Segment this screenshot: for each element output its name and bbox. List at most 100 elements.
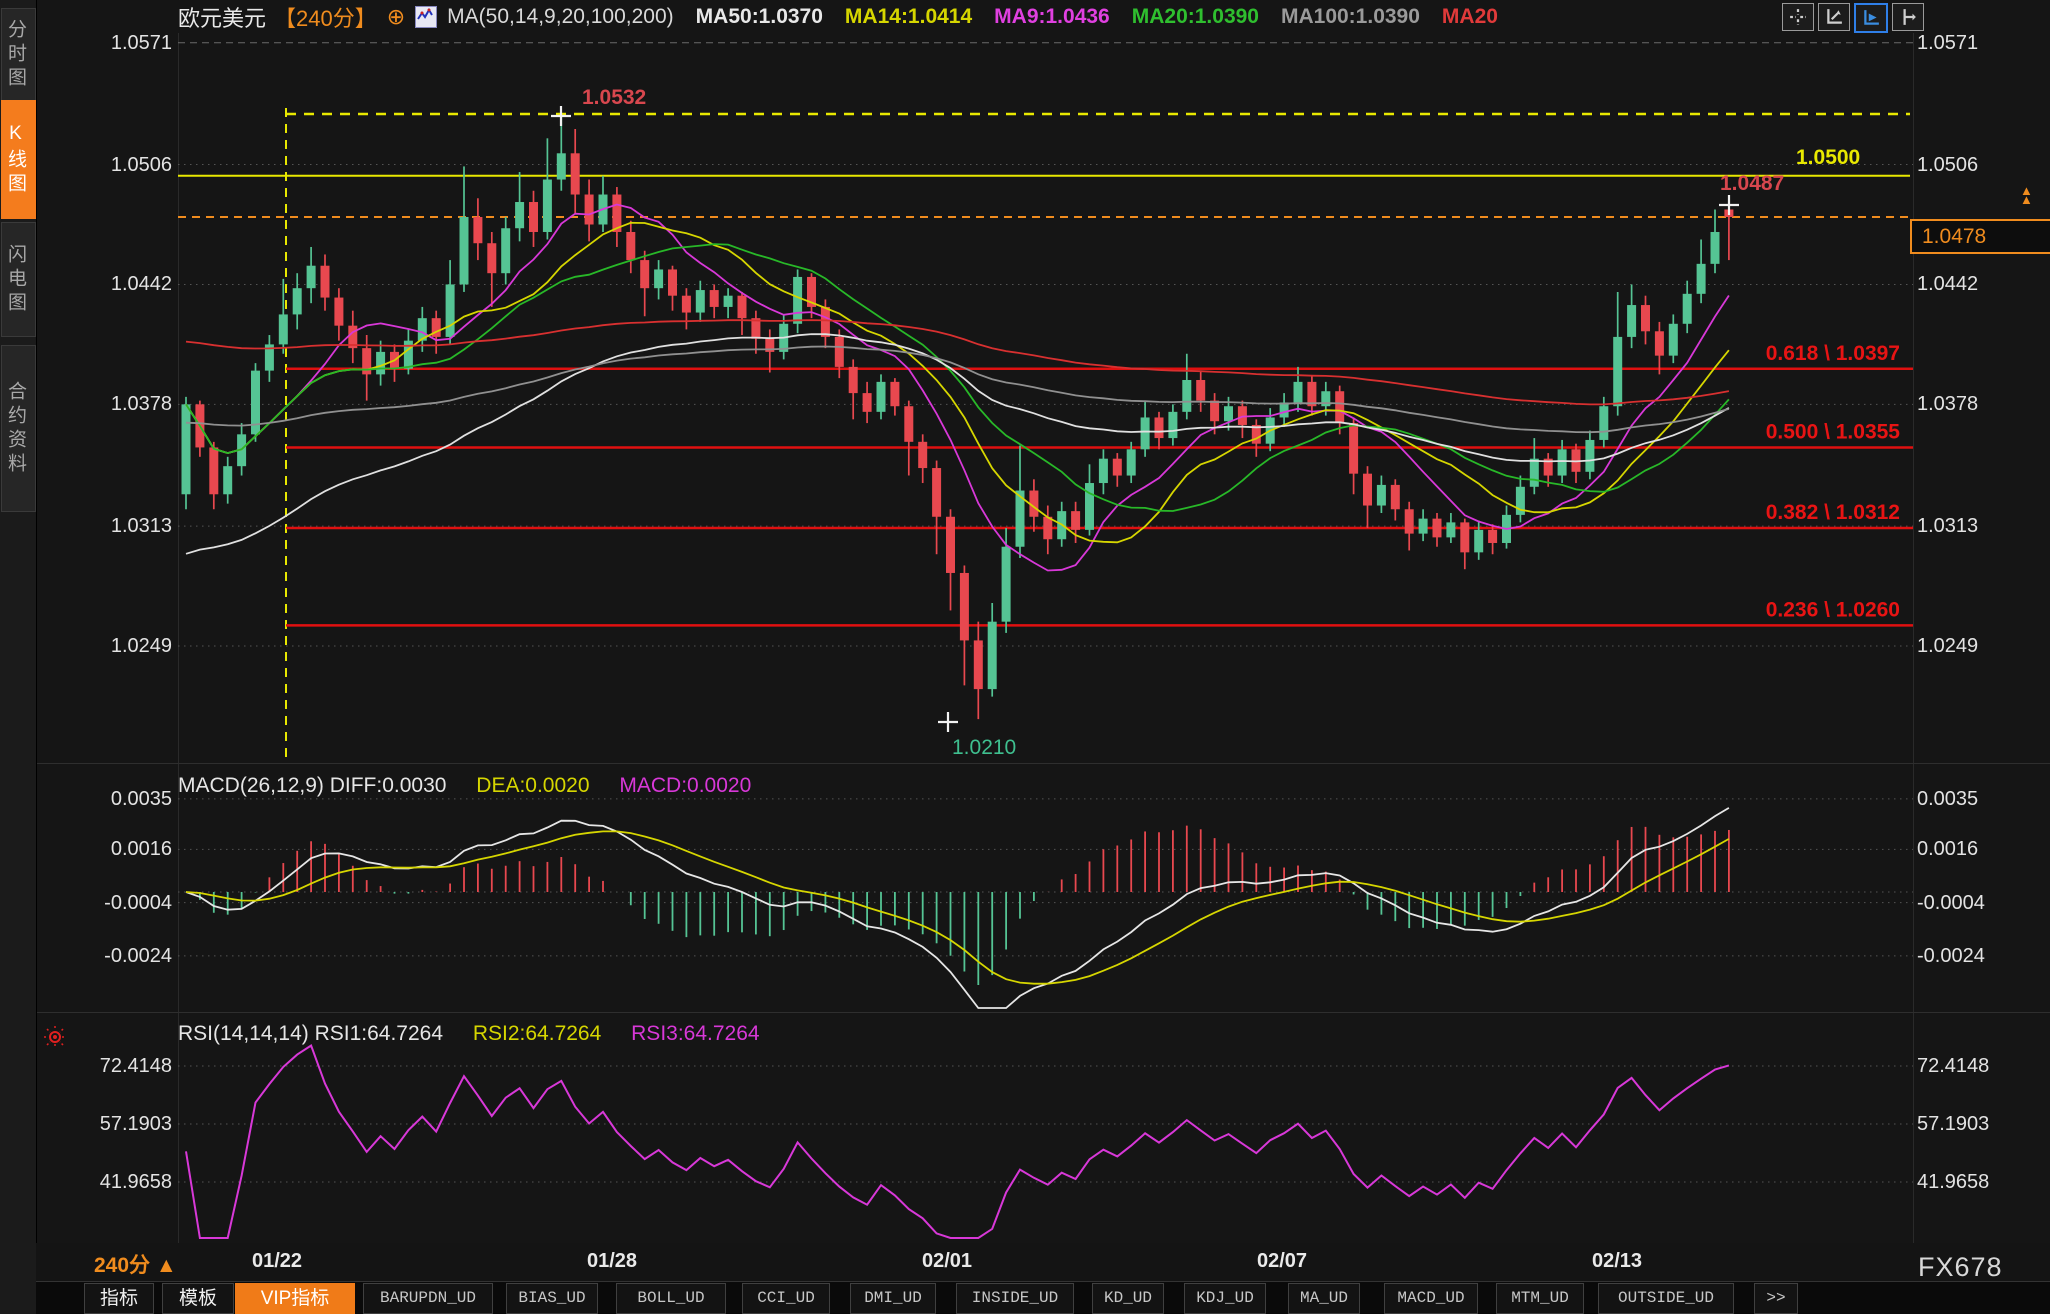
peak-price-label: 1.0532 <box>582 86 646 110</box>
time-axis[interactable]: 240分 ▲ 01/22 01/28 02/01 02/07 02/13 <box>36 1243 2050 1281</box>
bottom-tab-DMI_UD[interactable]: DMI_UD <box>850 1283 936 1314</box>
bottom-tab-MTM_UD[interactable]: MTM_UD <box>1496 1283 1584 1314</box>
axis-label: 1.0249 <box>1917 633 2031 659</box>
axis-label: 1.0378 <box>1917 391 2031 417</box>
record-dot-icon[interactable] <box>42 1024 68 1055</box>
macd-macd-value: MACD:0.0020 <box>619 774 751 797</box>
bottom-tab-INSIDE_UD[interactable]: INSIDE_UD <box>956 1283 1074 1314</box>
bottom-tab->>[interactable]: >> <box>1754 1283 1798 1314</box>
date-label: 02/01 <box>897 1250 997 1273</box>
ma-definition: MA(50,14,9,20,100,200) <box>447 5 674 29</box>
bottom-tab-BIAS_UD[interactable]: BIAS_UD <box>506 1283 598 1314</box>
ma-legend-value: MA100:1.0390 <box>1281 5 1420 28</box>
macd-diff-value: MACD(26,12,9) DIFF:0.0030 <box>178 774 446 797</box>
bottom-tab-KDJ_UD[interactable]: KDJ_UD <box>1184 1283 1266 1314</box>
current-price-box: 1.0478 <box>1910 219 2050 254</box>
axis-label: 1.0442 <box>58 271 172 297</box>
bottom-tab-BOLL_UD[interactable]: BOLL_UD <box>616 1283 726 1314</box>
rsi2-value: RSI2:64.7264 <box>473 1022 601 1045</box>
axis-label: 0.0016 <box>1917 836 2031 862</box>
sidebar-tab-分时图[interactable]: 分时图 <box>1 8 36 102</box>
axis-scale-tool-icon[interactable] <box>1818 3 1850 31</box>
axis-labels-layer: 1.0571 1.0571 1.0506 1.0506 1.0442 1.0442 1.03… <box>0 0 2050 1314</box>
svg-text:0.618 \ 1.0397: 0.618 \ 1.0397 <box>1766 342 1900 365</box>
bottom-tab-MACD_UD[interactable]: MACD_UD <box>1384 1283 1478 1314</box>
swing-high-label: 1.0487 <box>1720 172 1784 196</box>
bottom-tab-KD_UD[interactable]: KD_UD <box>1092 1283 1164 1314</box>
symbol-title: 欧元美元 <box>178 1 266 33</box>
left-gutter-divider <box>178 33 179 1243</box>
ma-legend-value: MA14:1.0414 <box>845 5 972 28</box>
chart-type-icon[interactable] <box>415 6 437 28</box>
main-macd-divider <box>36 763 2050 764</box>
bottom-tab-BARUPDN_UD[interactable]: BARUPDN_UD <box>363 1283 493 1314</box>
ma-legend-value: MA9:1.0436 <box>994 5 1110 28</box>
ma-legend-value: MA50:1.0370 <box>696 5 823 28</box>
sidebar-tab-闪电图[interactable]: 闪电图 <box>1 222 36 337</box>
bottom-tab-VIP指标[interactable]: VIP指标 <box>235 1283 355 1314</box>
bottom-tab-MA_UD[interactable]: MA_UD <box>1288 1283 1360 1314</box>
axis-label: 1.0313 <box>58 513 172 539</box>
period-badge[interactable]: 240分 ▲ <box>94 1249 177 1279</box>
current-price-value: 1.0478 <box>1922 225 1986 248</box>
axis-label: 57.1903 <box>1917 1111 2031 1137</box>
axis-label: 1.0442 <box>1917 271 2031 297</box>
right-gutter-divider <box>1913 33 1914 1243</box>
macd-pane-header: MACD(26,12,9) DIFF:0.0030 DEA:0.0020 MAC… <box>178 774 751 798</box>
bottom-tab-OUTSIDE_UD[interactable]: OUTSIDE_UD <box>1598 1283 1734 1314</box>
date-label: 01/28 <box>562 1250 662 1273</box>
date-label: 02/07 <box>1232 1250 1332 1273</box>
axis-label: 72.4148 <box>1917 1053 2031 1079</box>
resistance-level-label: 1.0500 <box>1796 146 1860 170</box>
trading-app: 0.618 \ 1.0397 0.500 \ 1.0355 0.382 \ 1.03… <box>0 0 2050 1314</box>
axis-label: 0.0016 <box>58 836 172 862</box>
axis-label: 57.1903 <box>58 1111 172 1137</box>
axis-label: 1.0506 <box>1917 152 2031 178</box>
crosshair-tool-icon[interactable] <box>1782 3 1814 31</box>
swing-low-label: 1.0210 <box>952 736 1016 760</box>
price-up-arrow-icon: ▲▲ <box>2020 186 2033 204</box>
bottom-tab-CCI_UD[interactable]: CCI_UD <box>742 1283 830 1314</box>
circle-plus-icon[interactable]: ⊕ <box>387 4 405 30</box>
sidebar-tab-合约资料[interactable]: 合约资料 <box>1 345 36 512</box>
macd-rsi-divider <box>36 1012 2050 1013</box>
axis-label: 0.0035 <box>1917 786 2031 812</box>
axis-label: 1.0249 <box>58 633 172 659</box>
chart-tool-icons <box>1782 3 1924 33</box>
sidebar-tab-K线图[interactable]: K线图 <box>1 100 36 219</box>
chart-header: 欧元美元 【240分】 ⊕ MA(50,14,9,20,100,200) MA5… <box>178 2 1498 32</box>
rsi-pane-header: RSI(14,14,14) RSI1:64.7264 RSI2:64.7264 … <box>178 1022 760 1046</box>
date-label: 02/13 <box>1567 1250 1667 1273</box>
axis-label: 1.0506 <box>58 152 172 178</box>
rsi3-value: RSI3:64.7264 <box>631 1022 759 1045</box>
rsi1-value: RSI(14,14,14) RSI1:64.7264 <box>178 1022 443 1045</box>
svg-text:0.236 \ 1.0260: 0.236 \ 1.0260 <box>1766 598 1900 621</box>
axis-label: 1.0571 <box>58 30 172 56</box>
indicator-tab-bar: 指标模板VIP指标 BARUPDN_UD BIAS_UD BOLL_UD CCI_UD D… <box>36 1281 2050 1314</box>
svg-text:0.500 \ 1.0355: 0.500 \ 1.0355 <box>1766 420 1901 443</box>
left-sidebar: 分时图K线图闪电图合约资料 <box>0 0 37 1314</box>
axis-label: 1.0571 <box>1917 30 2031 56</box>
axis-label: 1.0313 <box>1917 513 2031 539</box>
axis-label: 41.9658 <box>58 1169 172 1195</box>
axis-label: 72.4148 <box>58 1053 172 1079</box>
chart-canvas: 0.618 \ 1.0397 0.500 \ 1.0355 0.382 \ 1.03… <box>0 0 2050 1314</box>
timeframe-label[interactable]: 【240分】 <box>274 1 377 33</box>
bottom-tab-指标[interactable]: 指标 <box>84 1283 154 1314</box>
axis-label: -0.0024 <box>58 943 172 969</box>
bottom-tab-模板[interactable]: 模板 <box>162 1283 234 1314</box>
ma-legend-value: MA20 <box>1442 5 1498 28</box>
date-label: 01/22 <box>227 1250 327 1273</box>
svg-text:0.382 \ 1.0312: 0.382 \ 1.0312 <box>1766 501 1900 524</box>
axis-label: 41.9658 <box>1917 1169 2031 1195</box>
play-scale-tool-icon[interactable] <box>1854 3 1888 33</box>
ma-legend-value: MA20:1.0390 <box>1132 5 1259 28</box>
axis-label: -0.0004 <box>1917 890 2031 916</box>
axis-label: -0.0004 <box>58 890 172 916</box>
axis-label: -0.0024 <box>1917 943 2031 969</box>
axis-label: 0.0035 <box>58 786 172 812</box>
macd-dea-value: DEA:0.0020 <box>476 774 589 797</box>
axis-label: 1.0378 <box>58 391 172 417</box>
brand-watermark: FX678 <box>1918 1252 2003 1283</box>
pan-tool-icon[interactable] <box>1892 3 1924 31</box>
